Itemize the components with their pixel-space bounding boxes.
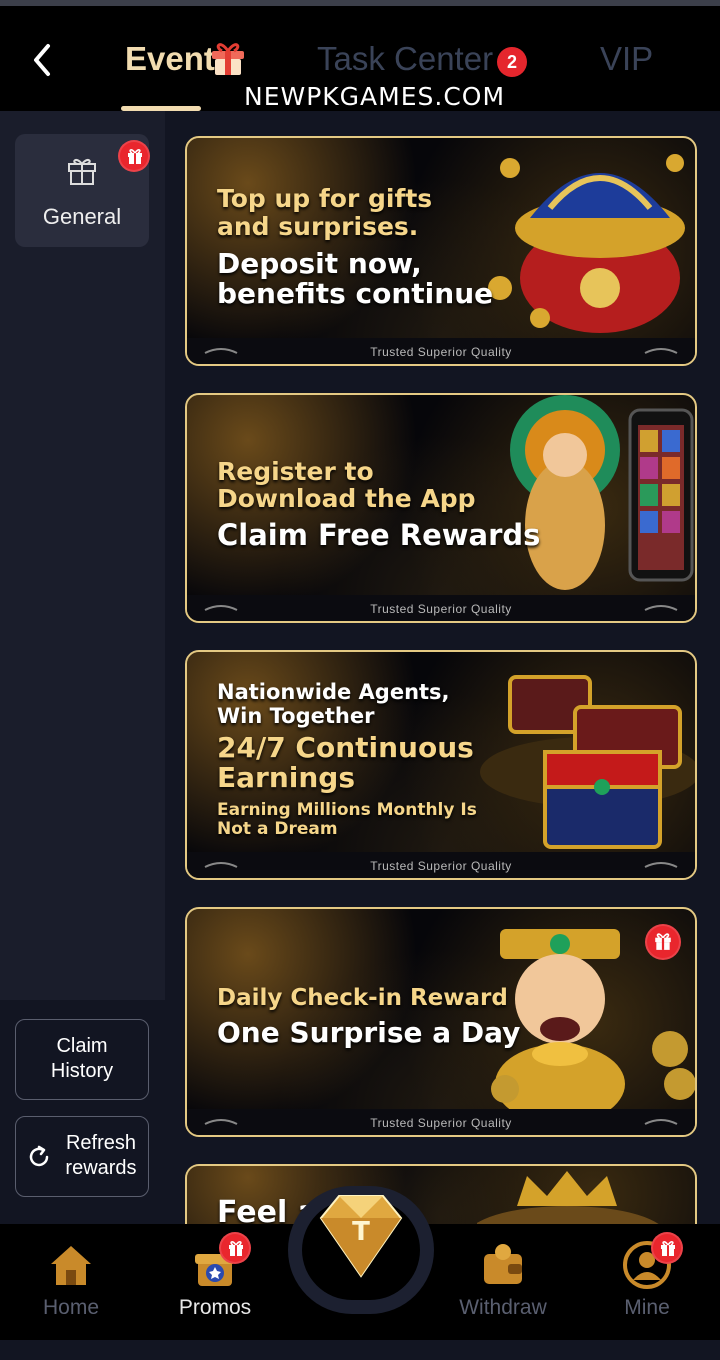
nav-withdraw[interactable]: Withdraw (448, 1224, 558, 1340)
flourish-icon (644, 862, 678, 868)
banner-3-line-6: Not a Dream (217, 819, 338, 839)
gift-badge-icon (118, 140, 150, 172)
banner-1-line-1: Top up for gifts (217, 184, 433, 213)
gift-outline-icon (68, 158, 96, 185)
gift-badge-icon (651, 1232, 683, 1264)
flourish-icon (644, 1119, 678, 1125)
banner-footer-text: Trusted Superior Quality (370, 1116, 512, 1130)
promo-banner-partial[interactable]: Feel a e (185, 1164, 697, 1224)
banner-footer: Trusted Superior Quality (187, 595, 695, 621)
banner-3-line-3: 24/7 Continuous (217, 731, 474, 764)
gift-badge-icon (219, 1232, 251, 1264)
app-promo-art-icon (510, 395, 694, 590)
treasure-chests-icon (480, 675, 695, 849)
claim-history-label: Claim History (50, 1035, 114, 1082)
center-diamond-button[interactable]: T (288, 1186, 434, 1314)
banner-2-line-3: Claim Free Rewards (217, 518, 541, 552)
sidebar-item-general-label: General (42, 204, 122, 229)
tab-event-label: Event (125, 40, 215, 77)
back-button[interactable] (28, 40, 58, 80)
nav-withdraw-label: Withdraw (459, 1296, 547, 1319)
banner-1-line-2: and surprises. (217, 212, 419, 241)
banner-2-line-2: Download the App (217, 484, 476, 513)
gift-icon (212, 43, 244, 75)
promo-banner-download-app[interactable]: Register to Download the App Claim Free … (185, 393, 697, 623)
refresh-rewards-label: Refresh rewards (65, 1132, 137, 1179)
nav-mine-label: Mine (624, 1296, 670, 1319)
banner-3-line-2: Win Together (217, 704, 375, 728)
refresh-icon (29, 1145, 49, 1167)
flourish-icon (644, 348, 678, 354)
task-count-badge: 2 (497, 47, 527, 77)
banner-3-line-1: Nationwide Agents, (217, 680, 450, 704)
promo-banner-agents[interactable]: Nationwide Agents, Win Together 24/7 Con… (185, 650, 697, 880)
svg-text:T: T (352, 1217, 370, 1247)
banner-footer-text: Trusted Superior Quality (370, 345, 512, 359)
banner-2-line-1: Register to (217, 457, 374, 486)
nav-mine[interactable]: Mine (592, 1224, 702, 1340)
banner-3-line-4: Earnings (217, 761, 356, 794)
banner-1-line-4: benefits continue (217, 277, 494, 310)
nav-promos[interactable]: Promos (160, 1224, 270, 1340)
refresh-rewards-button[interactable]: Refresh rewards (15, 1116, 149, 1197)
tab-task-center[interactable]: Task Center (317, 40, 493, 78)
promo-banner-daily-checkin[interactable]: Daily Check-in Reward One Surprise a Day… (185, 907, 697, 1137)
home-icon (51, 1246, 91, 1285)
tab-vip[interactable]: VIP (600, 40, 653, 78)
top-header: Event Task Center 2 VIP NEWPKGAMES.COM (0, 6, 720, 111)
bottom-strip (0, 1340, 720, 1360)
banner-4-line-1: Daily Check-in Reward (217, 985, 508, 1011)
promo-banner-deposit[interactable]: Top up for gifts and surprises. Deposit … (185, 136, 697, 366)
tab-vip-label: VIP (600, 40, 654, 77)
wallet-icon (484, 1244, 522, 1284)
diamond-icon: T (319, 1195, 403, 1278)
flourish-icon (644, 605, 678, 611)
banner-3-line-5: Earning Millions Monthly Is (217, 800, 477, 820)
banner-1-line-3: Deposit now, (217, 247, 422, 280)
treasure-pot-icon (488, 154, 685, 333)
crown-icon (477, 1171, 659, 1224)
banner-footer: Trusted Superior Quality (187, 1109, 695, 1135)
site-watermark: NEWPKGAMES.COM (244, 82, 506, 111)
tab-event[interactable]: Event (125, 40, 215, 78)
claim-history-button[interactable]: Claim History (15, 1019, 149, 1100)
chevron-left-icon (34, 44, 50, 76)
tab-task-center-label: Task Center (317, 40, 494, 77)
banner-footer: Trusted Superior Quality (187, 338, 695, 364)
nav-promos-label: Promos (178, 1296, 252, 1319)
gift-badge-icon (645, 924, 681, 960)
nav-home-label: Home (42, 1296, 100, 1319)
banner-4-line-2: One Surprise a Day (217, 1016, 521, 1049)
banner-footer: Trusted Superior Quality (187, 852, 695, 878)
banner-footer-text: Trusted Superior Quality (370, 859, 512, 873)
nav-home[interactable]: Home (16, 1224, 126, 1340)
banner-footer-text: Trusted Superior Quality (370, 602, 512, 616)
